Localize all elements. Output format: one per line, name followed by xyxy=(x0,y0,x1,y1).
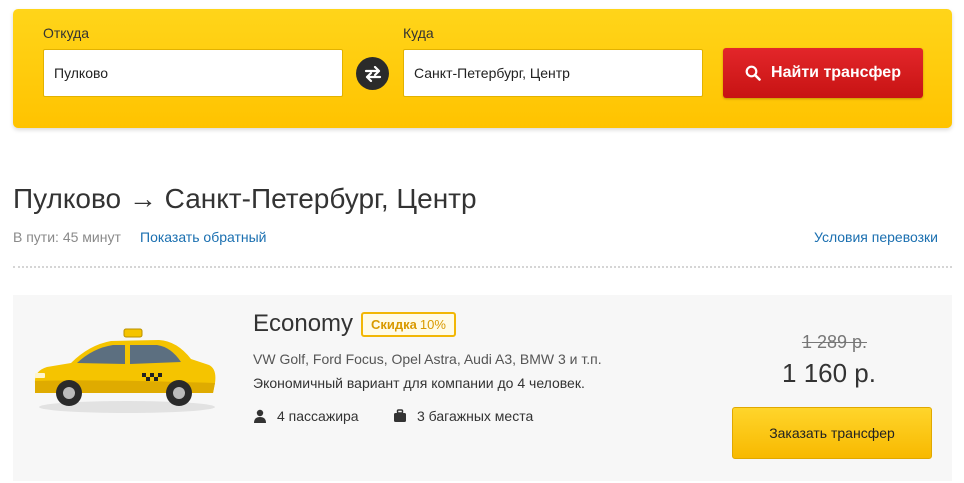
to-label: Куда xyxy=(403,25,434,41)
search-icon xyxy=(745,65,761,81)
discount-prefix: Скидка xyxy=(371,317,417,332)
offer-description: Экономичный вариант для компании до 4 че… xyxy=(253,375,585,391)
from-input[interactable] xyxy=(54,65,332,81)
to-input[interactable] xyxy=(414,65,692,81)
discount-value: 10% xyxy=(419,317,446,332)
swap-icon xyxy=(364,65,381,82)
find-transfer-label: Найти трансфер xyxy=(771,64,901,81)
passengers-label: 4 пассажира xyxy=(277,408,359,424)
luggage-icon xyxy=(394,409,406,422)
class-name: Economy xyxy=(253,310,354,337)
person-icon xyxy=(254,409,266,423)
order-transfer-label: Заказать трансфер xyxy=(769,425,895,441)
price: 1 160 р. xyxy=(782,358,876,388)
travel-time: В пути: 45 минут xyxy=(13,229,121,245)
luggage-info: 3 багажных места xyxy=(393,408,533,424)
divider xyxy=(13,266,952,268)
from-label: Откуда xyxy=(43,25,90,41)
offer-card: Economy Скидка 10% VW Golf, Ford Focus, … xyxy=(13,295,952,481)
search-panel: Откуда Куда Найти трансфер xyxy=(13,9,952,128)
show-reverse-link[interactable]: Показать обратный xyxy=(140,229,267,245)
swap-button[interactable] xyxy=(356,57,389,90)
find-transfer-button[interactable]: Найти трансфер xyxy=(723,48,923,98)
page-title: Пулково → Санкт-Петербург, Центр xyxy=(13,183,477,214)
to-field[interactable] xyxy=(403,49,703,97)
old-price: 1 289 р. xyxy=(801,332,867,352)
terms-link[interactable]: Условия перевозки xyxy=(814,229,938,245)
taxi-car-image xyxy=(34,328,216,413)
from-field[interactable] xyxy=(43,49,343,97)
discount-badge: Скидка 10% xyxy=(361,312,456,337)
passengers-info: 4 пассажира xyxy=(253,408,359,424)
car-models: VW Golf, Ford Focus, Opel Astra, Audi A3… xyxy=(253,351,602,367)
order-transfer-button[interactable]: Заказать трансфер xyxy=(732,407,932,459)
luggage-label: 3 багажных места xyxy=(417,408,534,424)
